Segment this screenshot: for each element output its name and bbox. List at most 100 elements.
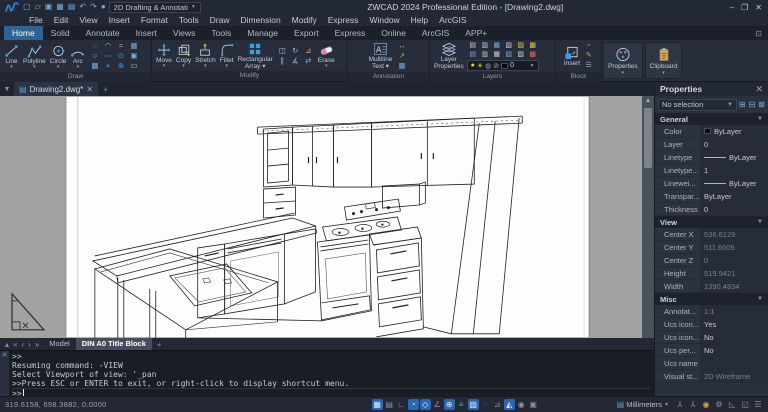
boundary-icon[interactable]: ⊕ [114,61,127,71]
quick-select-icon[interactable]: ⊞ [739,100,746,109]
menu-tools[interactable]: Tools [174,15,204,25]
close-tab-icon[interactable]: ✕ [86,85,93,94]
create-block-icon[interactable]: ▫ [583,41,594,51]
menu-insert[interactable]: Insert [104,15,135,25]
section-misc[interactable]: Misc▼ [655,293,768,305]
osnap-toggle[interactable]: ◇ [420,399,431,410]
attributes-icon[interactable]: ☰ [583,61,594,71]
scale-icon[interactable]: ⊿ [302,46,315,56]
grid-toggle[interactable]: ▦ [372,399,383,410]
dynamic-ucs-toggle[interactable]: ⊿ [492,399,503,410]
polar-toggle[interactable]: ◔ [408,399,419,410]
spline-icon[interactable]: ≈ [114,41,127,51]
leader-icon[interactable]: ↗ [395,51,408,61]
scrollbar-thumb[interactable] [644,108,652,168]
layer-walk-icon[interactable]: ▥ [479,50,491,59]
polyline-button[interactable]: Polyline▾ [22,44,47,69]
section-general[interactable]: General▼ [655,113,768,125]
line-button[interactable]: Line▾ [3,44,20,69]
panel-label-annotation[interactable]: Annotation [348,72,429,82]
transparency-toggle[interactable]: ▨ [468,399,479,410]
annotation-vis-toggle[interactable]: ◭ [504,399,515,410]
ucs-icon[interactable]: ⅄ [675,399,685,410]
tab-solid[interactable]: Solid [43,26,78,40]
tab-layout-din-a0[interactable]: DIN A0 Title Block [76,338,152,350]
layout-up-icon[interactable]: ▴ [3,340,11,349]
close-palette-icon[interactable]: ✕ [755,84,763,95]
rotate-icon[interactable]: ↻ [289,46,302,56]
selection-cycling-toggle[interactable]: ◌ [480,399,491,410]
explode-icon[interactable]: ⇄ [302,56,315,66]
lineweight-toggle[interactable]: ≡ [456,399,467,410]
more-dots-icon[interactable]: ⋯ [101,51,114,61]
tab-online[interactable]: Online [373,26,414,40]
copy-button[interactable]: Copy▾ [175,43,192,68]
annotation-monitor-icon[interactable]: ◉ [701,399,711,410]
annotation-scale-icon[interactable]: ◺ [727,399,737,410]
region-icon[interactable]: ▣ [127,51,140,61]
add-layout-button[interactable]: + [154,340,164,349]
panel-label-draw[interactable]: Draw [0,72,151,82]
tab-model[interactable]: Model [43,338,75,350]
ortho-toggle[interactable]: ∟ [396,399,407,410]
document-tab[interactable]: ▤ Drawing2.dwg* ✕ [14,82,98,96]
hatch-icon[interactable]: ▦ [127,41,140,51]
command-line-close-icon[interactable]: ✕ [0,351,9,396]
fillet-button[interactable]: Fillet▾ [219,43,235,68]
tab-views[interactable]: Views [165,26,204,40]
menu-edit[interactable]: Edit [49,15,74,25]
layer-delete-icon[interactable]: ▨ [515,50,527,59]
close-button[interactable]: ✕ [755,3,762,12]
point-icon[interactable]: ◌ [88,41,101,51]
pan-sphere-icon[interactable]: ● [101,2,106,12]
settings-gear-icon[interactable]: ⚙ [714,399,724,410]
rectangular-array-button[interactable]: RectangularArray ▾ [237,42,274,70]
open-folder-icon[interactable]: ▱ [35,2,41,12]
select-objects-icon[interactable]: ⊟ [749,100,756,109]
layer-properties-button[interactable]: LayerProperties [433,42,465,70]
tab-manage[interactable]: Manage [239,26,286,40]
workspace-selector[interactable]: 2D Drafting & Annotati ▼ [109,2,201,13]
layout-next-icon[interactable]: › [26,340,33,349]
gradient-icon[interactable]: ▩ [88,61,101,71]
insert-button[interactable]: Insert [563,46,581,67]
scroll-up-icon[interactable]: ▴ [646,96,650,106]
save-all-icon[interactable]: ▦ [56,2,64,12]
section-view[interactable]: View▼ [655,216,768,228]
plot-icon[interactable]: ▤ [68,2,76,12]
menu-view[interactable]: View [74,15,102,25]
autoscale-toggle[interactable]: ◉ [516,399,527,410]
clipboard-panel-button[interactable]: Clipboard▾ [645,42,683,79]
units-selector[interactable]: ▤ Millimeters ▼ [617,400,669,409]
donut-icon[interactable]: ⊙ [114,51,127,61]
toggle-pickadd-icon[interactable]: ⊠ [758,100,765,109]
layer-off-icon[interactable]: ▦ [491,50,503,59]
stretch-button[interactable]: Stretch▾ [194,43,217,68]
layer-selector[interactable]: ● ☀ ◍ ⊘ 0 ▼ [467,60,539,71]
panel-label-modify[interactable]: Modify [152,71,347,81]
menu-arcgis[interactable]: ArcGIS [434,15,471,25]
table-icon[interactable]: ▦ [395,61,408,71]
layout-prev-icon[interactable]: ‹ [19,340,26,349]
menu-help[interactable]: Help [406,15,433,25]
rectangle-icon[interactable]: ▭ [127,61,140,71]
tab-export[interactable]: Export [286,26,327,40]
menu-icon[interactable]: ☰ [753,399,763,410]
layer-on-icon[interactable]: ▨ [515,41,527,50]
layer-copy-icon[interactable]: ▩ [527,50,539,59]
redo-icon[interactable]: ↷ [90,2,97,12]
new-file-icon[interactable]: ▢ [23,2,31,12]
panel-label-layers[interactable]: Layers [430,72,555,82]
menu-window[interactable]: Window [364,15,404,25]
layer-merge-icon[interactable]: ▧ [503,50,515,59]
move-button[interactable]: Move▾ [155,43,173,68]
offset-icon[interactable]: ∥ [276,56,289,66]
menu-dimension[interactable]: Dimension [236,15,286,25]
tab-annotate[interactable]: Annotate [78,26,128,40]
layer-lock-icon[interactable]: ▧ [503,41,515,50]
undo-icon[interactable]: ↶ [79,2,86,12]
menu-modify[interactable]: Modify [287,15,322,25]
tab-express[interactable]: Express [327,26,374,40]
arc-segment-icon[interactable]: ◠ [101,41,114,51]
layout-last-icon[interactable]: » [33,340,41,349]
